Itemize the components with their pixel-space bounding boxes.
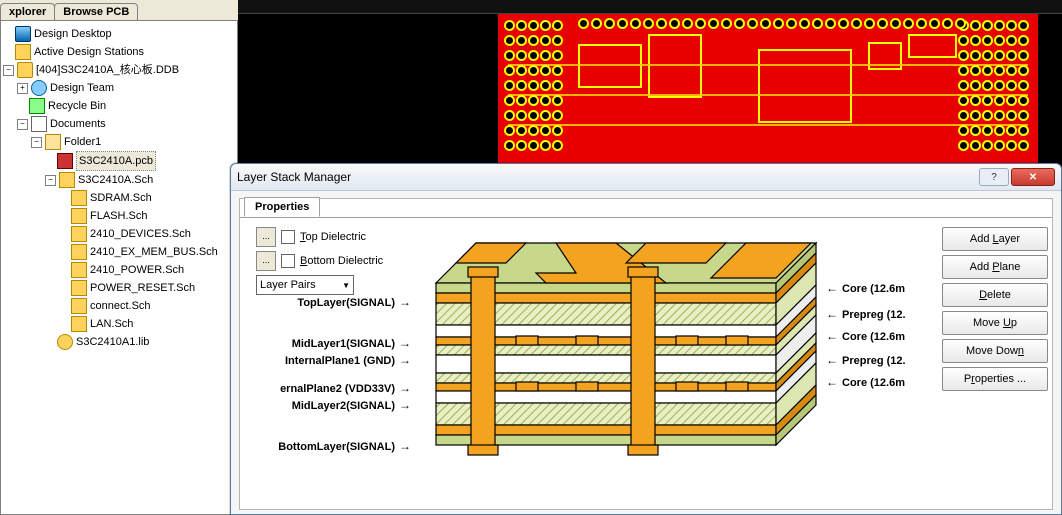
sch-icon: [71, 244, 87, 260]
sch-icon: [71, 298, 87, 314]
select-value: Layer Pairs: [260, 279, 316, 291]
properties-button[interactable]: Properties ...: [942, 367, 1048, 391]
ddb-icon: [17, 62, 33, 78]
tree-file-pcb[interactable]: S3C2410A.pcb: [76, 151, 156, 171]
tree-file-flash[interactable]: FLASH.Sch: [90, 207, 147, 225]
ruler: [238, 0, 1062, 14]
expand-toggle[interactable]: −: [17, 119, 28, 130]
delete-button[interactable]: Delete: [942, 283, 1048, 307]
chevron-down-icon: ▼: [342, 281, 350, 290]
tree-documents[interactable]: Documents: [50, 115, 106, 133]
documents-icon: [31, 116, 47, 132]
stations-icon: [15, 44, 31, 60]
sch-icon: [71, 262, 87, 278]
tree-file-lib[interactable]: S3C2410A1.lib: [76, 333, 149, 351]
bottom-dielectric-options[interactable]: ...: [256, 251, 276, 271]
add-layer-button[interactable]: Add Layer: [942, 227, 1048, 251]
top-dielectric-label: TTop Dielectricop Dielectric: [300, 231, 366, 243]
tree-file-devices[interactable]: 2410_DEVICES.Sch: [90, 225, 191, 243]
folder-icon: [45, 134, 61, 150]
tree-root[interactable]: Design Desktop: [34, 25, 112, 43]
sch-icon: [71, 280, 87, 296]
tree-file-exmem[interactable]: 2410_EX_MEM_BUS.Sch: [90, 243, 218, 261]
sch-icon: [71, 190, 87, 206]
layer-stack-manager-dialog: Layer Stack Manager ? ✕ Properties ... T…: [230, 163, 1062, 515]
expand-toggle[interactable]: +: [17, 83, 28, 94]
tree-stations[interactable]: Active Design Stations: [34, 43, 144, 61]
layer-label-mid1: MidLayer1(SIGNAL): [246, 336, 411, 350]
dialog-button-column: Add Layer Add Plane Delete Move Up Move …: [942, 227, 1048, 391]
top-dielectric-checkbox[interactable]: [281, 230, 295, 244]
expand-toggle[interactable]: −: [31, 137, 42, 148]
tab-browse-pcb[interactable]: Browse PCB: [54, 3, 138, 20]
tree-team[interactable]: Design Team: [50, 79, 114, 97]
project-tree-panel: Design Desktop Active Design Stations − […: [0, 20, 238, 515]
layer-label-bottom: BottomLayer(SIGNAL): [246, 439, 411, 453]
bottom-dielectric-label: Bottom Dielectric: [300, 255, 383, 267]
team-icon: [31, 80, 47, 96]
pair-mode-select[interactable]: Layer Pairs ▼: [256, 275, 354, 295]
dialog-titlebar[interactable]: Layer Stack Manager ? ✕: [231, 164, 1061, 191]
tree-ddb[interactable]: [404]S3C2410A_核心板.DDB: [36, 61, 179, 79]
sch-icon: [71, 208, 87, 224]
layer-label-ip2: ernalPlane2 (VDD33V): [246, 381, 411, 395]
recycle-icon: [29, 98, 45, 114]
add-plane-button[interactable]: Add Plane: [942, 255, 1048, 279]
layer-label-mid2: MidLayer2(SIGNAL): [246, 398, 411, 412]
lib-icon: [57, 334, 73, 350]
top-tabs: xplorer Browse PCB: [0, 0, 137, 20]
tree-file-power[interactable]: 2410_POWER.Sch: [90, 261, 184, 279]
tree-recycle[interactable]: Recycle Bin: [48, 97, 106, 115]
sch-icon: [71, 316, 87, 332]
pcb-icon: [57, 153, 73, 169]
tree-file-connect[interactable]: connect.Sch: [90, 297, 151, 315]
desktop-icon: [15, 26, 31, 42]
dialog-body: Properties ... TTop Dielectricop Dielect…: [239, 198, 1053, 510]
tree-file-lan[interactable]: LAN.Sch: [90, 315, 133, 333]
tree-file-preset[interactable]: POWER_RESET.Sch: [90, 279, 195, 297]
tree-folder[interactable]: Folder1: [64, 133, 101, 151]
tab-properties[interactable]: Properties: [244, 197, 320, 217]
dialog-title: Layer Stack Manager: [237, 170, 977, 184]
sch-icon: [59, 172, 75, 188]
help-button[interactable]: ?: [979, 168, 1009, 186]
pcb-editor-canvas[interactable]: /*generated below*/: [238, 0, 1062, 182]
top-dielectric-options[interactable]: ...: [256, 227, 276, 247]
move-up-button[interactable]: Move Up: [942, 311, 1048, 335]
close-button[interactable]: ✕: [1011, 168, 1055, 186]
expand-toggle[interactable]: −: [45, 175, 56, 186]
sch-icon: [71, 226, 87, 242]
move-down-button[interactable]: Move Down: [942, 339, 1048, 363]
project-tree[interactable]: Design Desktop Active Design Stations − […: [1, 21, 237, 355]
tree-file-sch-main[interactable]: S3C2410A.Sch: [78, 171, 153, 189]
tree-file-sdram[interactable]: SDRAM.Sch: [90, 189, 152, 207]
expand-toggle[interactable]: −: [3, 65, 14, 76]
layer-stack-graphic: [416, 223, 846, 493]
pcb-board: /*generated below*/: [498, 14, 1038, 164]
bottom-dielectric-checkbox[interactable]: [281, 254, 295, 268]
tab-explorer[interactable]: xplorer: [0, 3, 55, 20]
layer-label-ip1: InternalPlane1 (GND): [246, 353, 411, 367]
layer-label-top: TopLayer(SIGNAL): [246, 295, 411, 309]
